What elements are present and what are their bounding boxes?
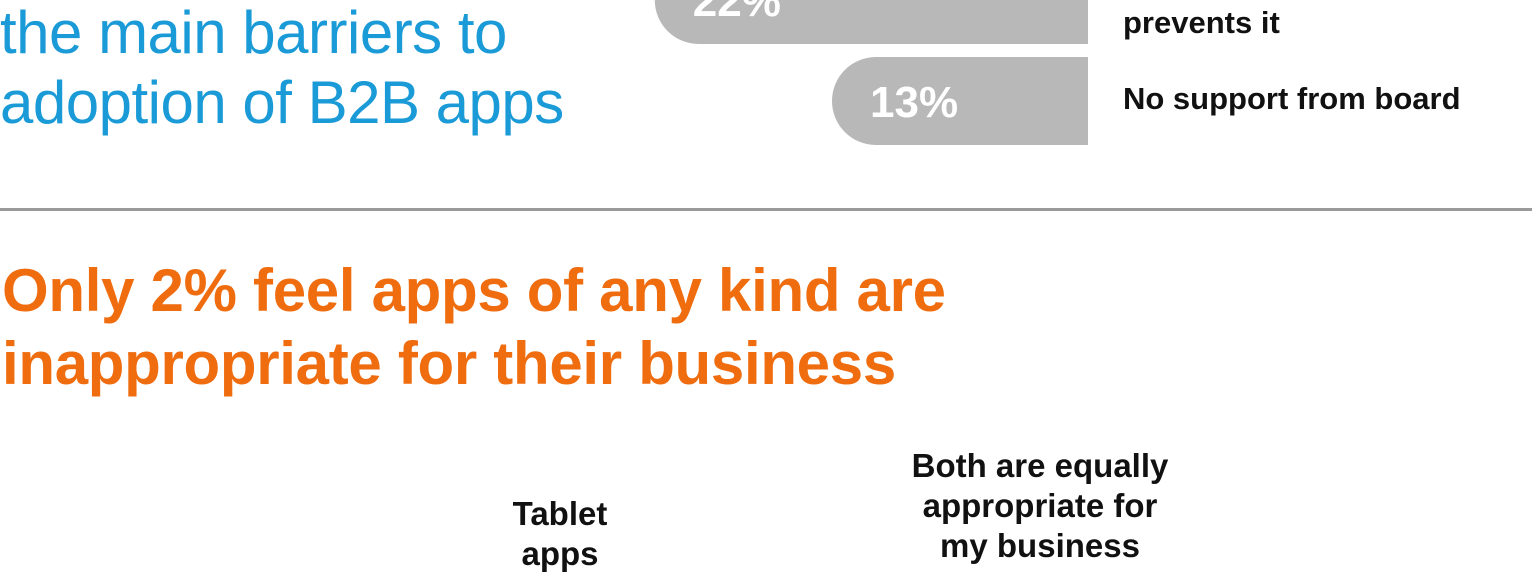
barriers-bar-chart: 22% 13%	[654, 0, 1088, 145]
apps-heading-line-1: Only 2% feel apps of any kind are	[2, 257, 946, 324]
apps-heading: Only 2% feel apps of any kind are inappr…	[2, 254, 946, 400]
apps-heading-line-2: inappropriate for their business	[2, 330, 896, 397]
section-divider	[0, 208, 1532, 211]
category-label-both-equally-appropriate: Both are equally appropriate for my busi…	[911, 447, 1169, 564]
bar-label-prevents-it: prevents it	[1123, 5, 1280, 40]
bar-label-no-support-from-board: No support from board	[1123, 81, 1461, 116]
bar-value-label-1: 13%	[870, 78, 958, 127]
category-label-tablet-apps: Tablet apps	[512, 495, 608, 572]
bar-value-label-0: 22%	[693, 0, 781, 26]
